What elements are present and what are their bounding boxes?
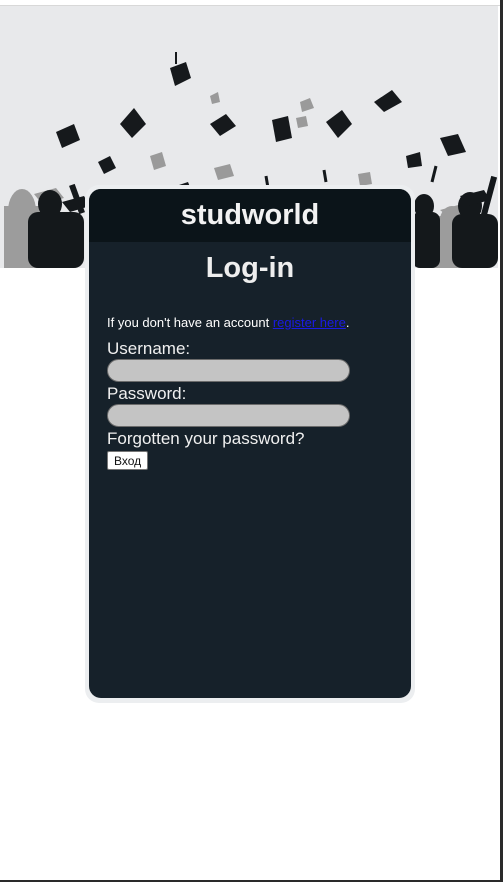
card-header: studworld xyxy=(89,189,411,242)
username-input[interactable] xyxy=(107,359,350,382)
register-suffix: . xyxy=(345,315,350,330)
page-title: Log-in xyxy=(205,252,295,284)
register-prompt: If you don't have an account register he… xyxy=(107,315,411,330)
login-button[interactable]: Вход xyxy=(107,451,149,470)
password-label: Password: xyxy=(107,384,187,403)
forgot-password-link[interactable]: Forgotten your password? xyxy=(107,429,411,449)
password-input[interactable] xyxy=(107,404,350,427)
login-card: studworld Log-in If you don't have an ac… xyxy=(89,189,411,698)
register-link[interactable]: register here xyxy=(273,315,346,330)
username-label: Username: xyxy=(107,339,191,358)
register-prefix: If you don't have an account xyxy=(107,315,273,330)
brand-title: studworld xyxy=(180,199,320,231)
